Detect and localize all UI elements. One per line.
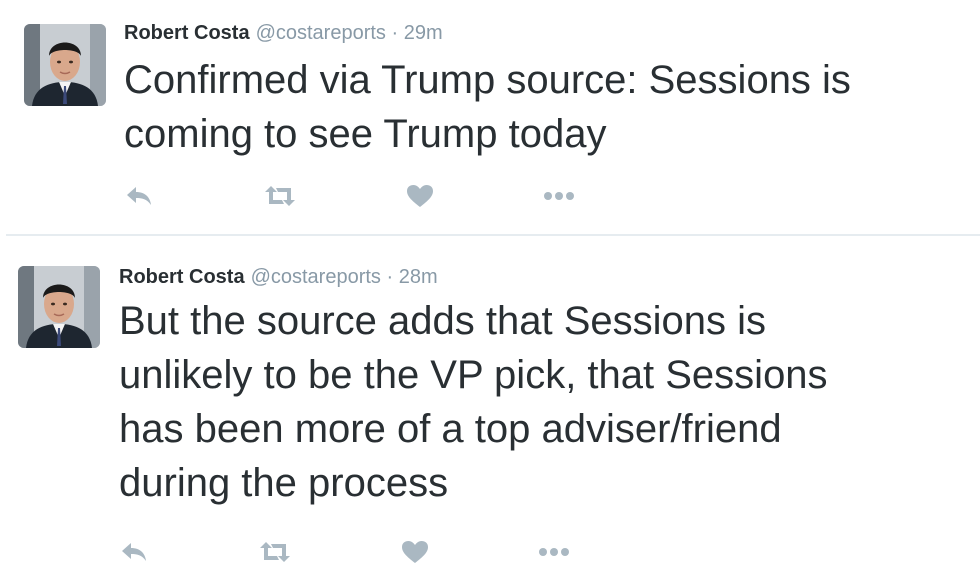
- tweet-header: Robert Costa @costareports · 28m: [119, 266, 438, 289]
- reply-button[interactable]: [124, 180, 164, 212]
- tweet-text-line: unlikely to be the VP pick, that Session…: [119, 353, 828, 397]
- reply-icon: [122, 543, 146, 561]
- tweet-actions: [124, 180, 584, 212]
- tweet-text-line: But the source adds that Sessions is: [119, 299, 767, 343]
- author-name[interactable]: Robert Costa: [124, 22, 250, 44]
- tweet-text-line: has been more of a top adviser/friend: [119, 407, 782, 451]
- more-icon: [544, 192, 574, 200]
- author-handle[interactable]: @costareports: [256, 22, 386, 44]
- more-button[interactable]: [542, 180, 582, 212]
- tweet-text-line: during the process: [119, 461, 449, 505]
- tweet-header: Robert Costa @costareports · 29m: [124, 22, 443, 45]
- retweet-button[interactable]: [257, 536, 297, 568]
- tweet-timestamp[interactable]: · 29m: [392, 22, 443, 44]
- reply-icon: [127, 187, 151, 205]
- tweet-timestamp[interactable]: · 28m: [387, 266, 438, 288]
- retweet-icon: [260, 542, 290, 562]
- tweet-text: Confirmed via Trump source: Sessions is …: [124, 53, 851, 161]
- like-button[interactable]: [401, 536, 441, 568]
- avatar-photo: [24, 24, 106, 106]
- retweet-icon: [265, 186, 295, 206]
- more-button[interactable]: [537, 536, 577, 568]
- retweet-button[interactable]: [262, 180, 302, 212]
- avatar-photo: [18, 266, 100, 348]
- author-handle[interactable]: @costareports: [251, 266, 381, 288]
- tweet-text-line: Confirmed via Trump source: Sessions is: [124, 58, 851, 102]
- avatar[interactable]: [24, 24, 106, 106]
- tweet-text: But the source adds that Sessions is unl…: [119, 294, 828, 510]
- heart-icon: [407, 185, 433, 207]
- tweet: Robert Costa @costareports · 29m Confirme…: [0, 0, 980, 234]
- tweet-actions: [119, 536, 579, 568]
- reply-button[interactable]: [119, 536, 159, 568]
- avatar[interactable]: [18, 266, 100, 348]
- tweet-text-line: coming to see Trump today: [124, 112, 607, 156]
- like-button[interactable]: [406, 180, 446, 212]
- heart-icon: [402, 541, 428, 563]
- author-name[interactable]: Robert Costa: [119, 266, 245, 288]
- tweet: Robert Costa @costareports · 28m But the …: [0, 236, 980, 582]
- more-icon: [539, 548, 569, 556]
